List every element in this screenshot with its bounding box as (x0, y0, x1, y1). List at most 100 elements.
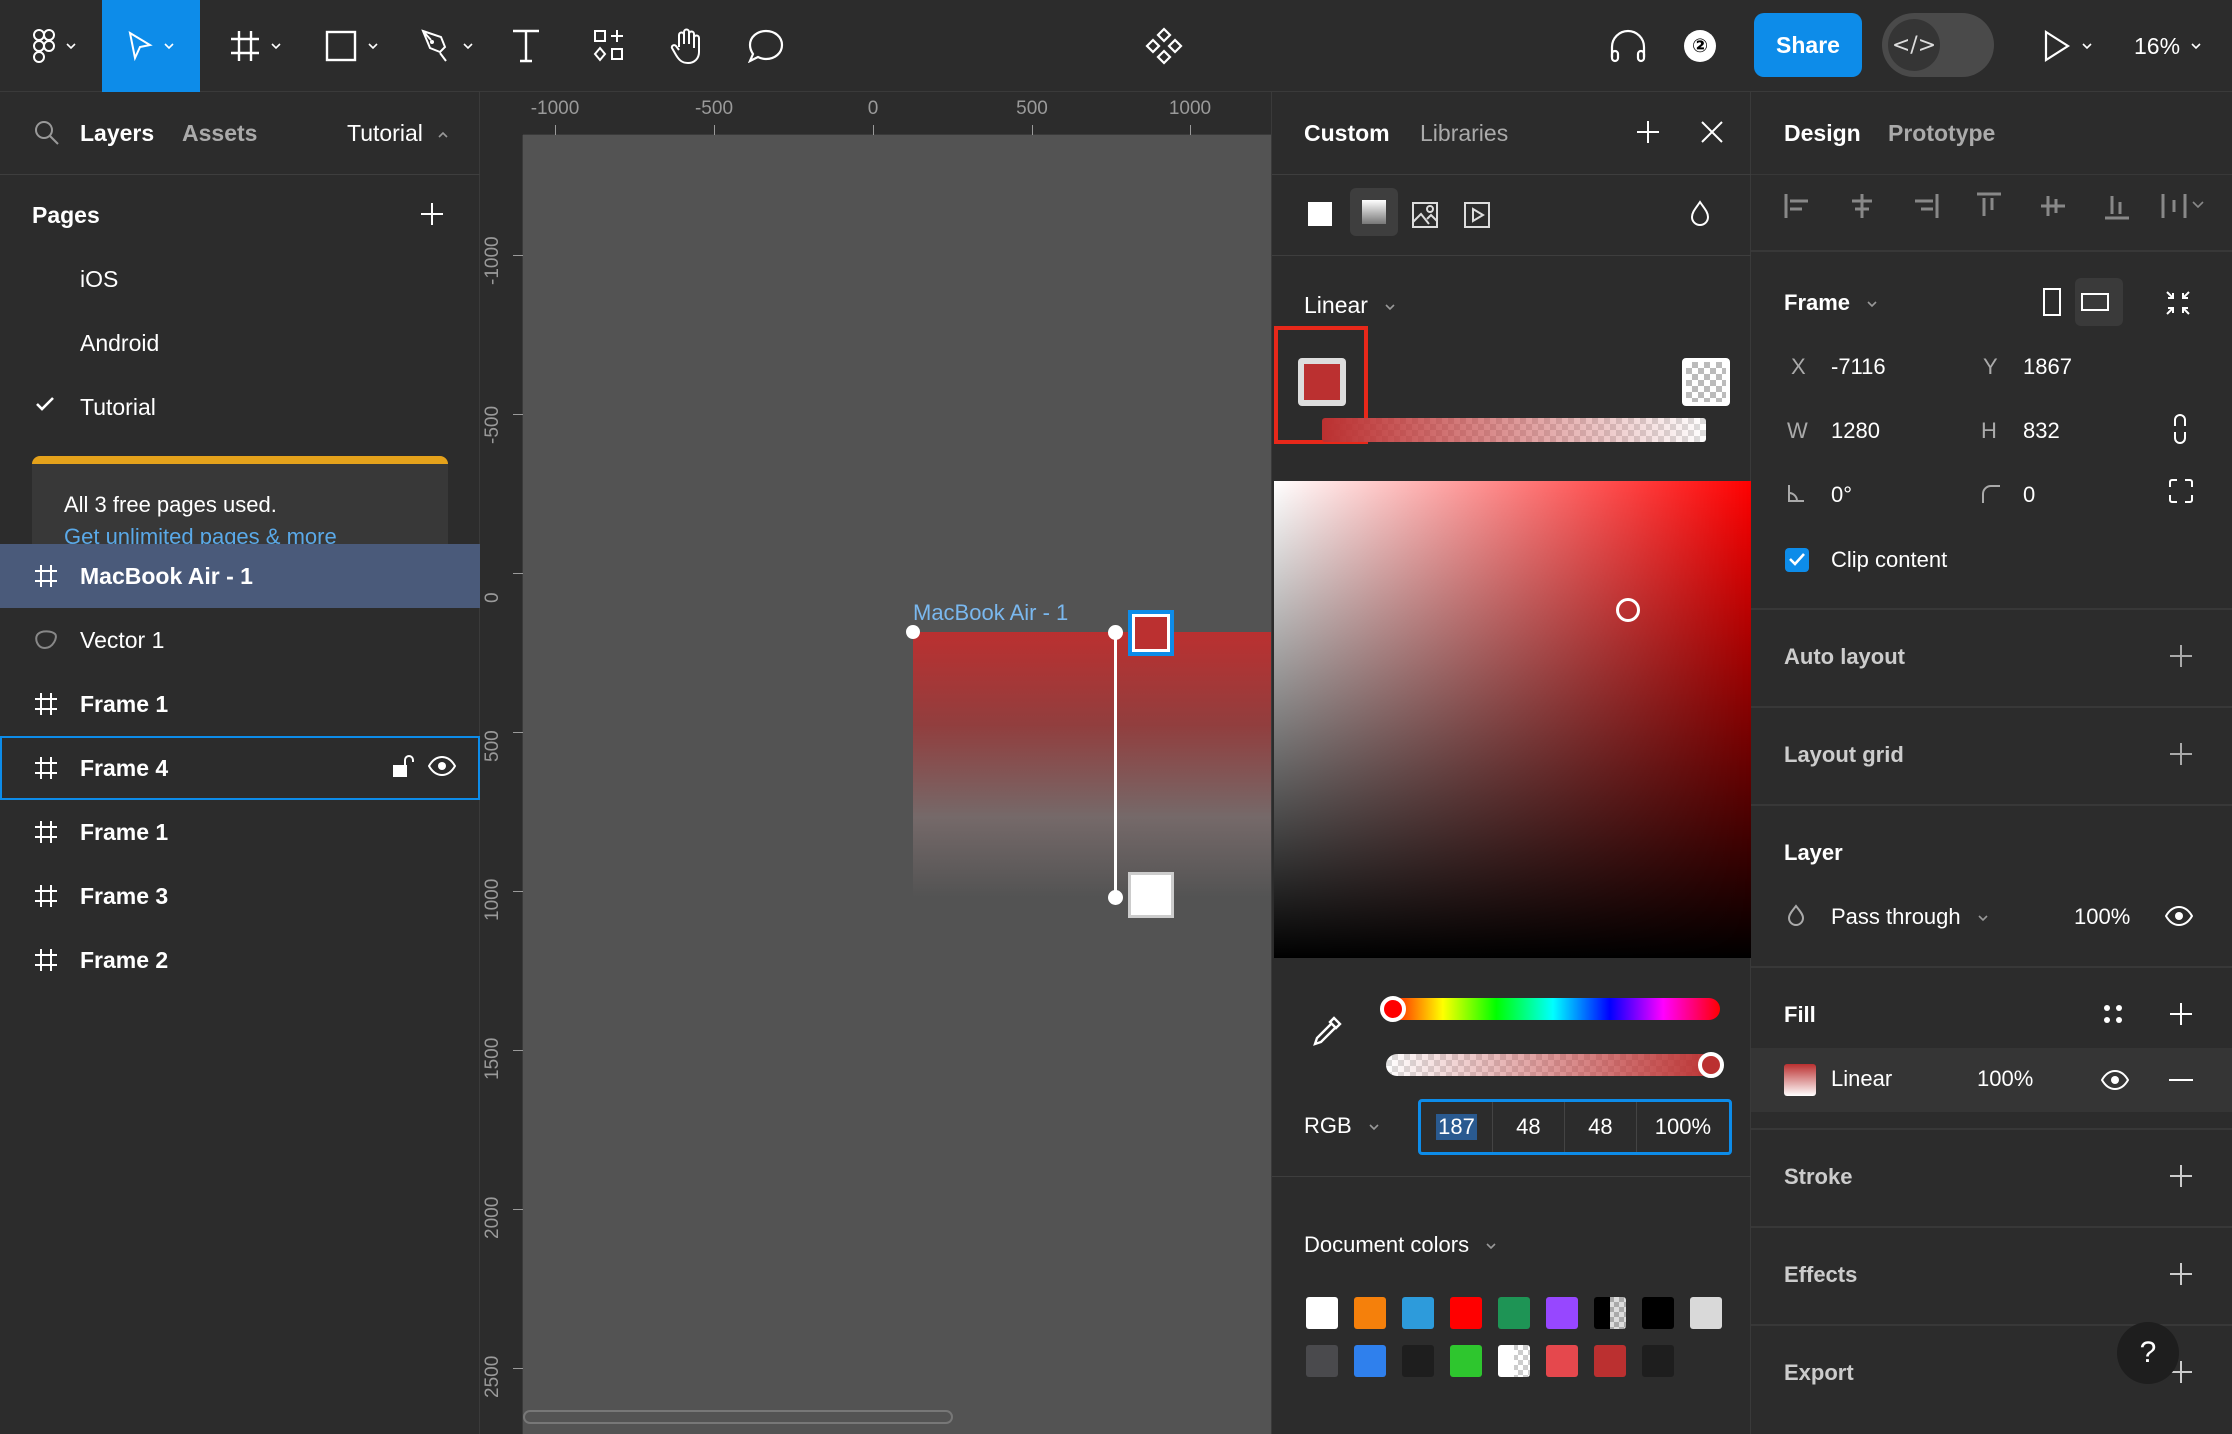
add-fill-icon[interactable] (2169, 1002, 2193, 1026)
gradient-stop-start[interactable] (1128, 610, 1174, 656)
gradient-type-dropdown[interactable]: Linear (1304, 292, 1396, 319)
align-vertical-center-icon[interactable] (2039, 192, 2067, 220)
gradient-stop-end-swatch[interactable] (1682, 358, 1730, 406)
upsell-link[interactable]: Get unlimited pages & more (64, 524, 337, 546)
layer-row-frame-2[interactable]: Frame 2 (0, 928, 480, 992)
color-model-dropdown[interactable]: RGB (1304, 1113, 1380, 1139)
hue-slider[interactable] (1380, 996, 1720, 1022)
fill-opacity[interactable]: 100% (1977, 1066, 2033, 1092)
add-style-icon[interactable] (1636, 120, 1660, 144)
paint-solid-icon[interactable] (1308, 202, 1332, 226)
corner-radius-input[interactable]: 0 (2023, 482, 2035, 508)
pen-tool-button[interactable] (412, 0, 482, 92)
document-color-swatch[interactable] (1402, 1345, 1434, 1377)
layer-opacity-input[interactable]: 100% (2074, 904, 2130, 930)
tab-prototype[interactable]: Prototype (1888, 120, 1995, 147)
user-avatar[interactable]: ② (1680, 0, 1720, 92)
document-color-swatch[interactable] (1450, 1297, 1482, 1329)
frame-corner-handle[interactable] (906, 625, 920, 639)
document-color-swatch[interactable] (1546, 1297, 1578, 1329)
eye-icon[interactable] (2101, 1070, 2129, 1090)
fill-swatch[interactable] (1784, 1064, 1816, 1096)
document-color-swatch[interactable] (1306, 1345, 1338, 1377)
horizontal-scrollbar[interactable] (523, 1410, 953, 1424)
distribute-icon[interactable] (2161, 192, 2209, 220)
audio-button[interactable] (1604, 0, 1652, 92)
width-input[interactable]: 1280 (1831, 418, 1880, 444)
hue-knob[interactable] (1380, 996, 1406, 1022)
canvas[interactable]: MacBook Air - 1 -1000-50005001000 -1500-… (480, 92, 1271, 1434)
rotation-input[interactable]: 0° (1831, 482, 1852, 508)
share-button[interactable]: Share (1754, 13, 1862, 77)
x-input[interactable]: -7116 (1831, 354, 1886, 380)
paint-video-icon[interactable] (1464, 202, 1490, 228)
page-selector[interactable]: Tutorial (347, 120, 449, 147)
document-color-swatch[interactable] (1546, 1345, 1578, 1377)
document-color-swatch[interactable] (1690, 1297, 1722, 1329)
comment-tool-button[interactable] (745, 0, 787, 92)
constrain-proportions-icon[interactable] (2173, 414, 2187, 444)
add-auto-layout-icon[interactable] (2169, 644, 2193, 668)
layer-row-frame-4[interactable]: Frame 4 (0, 736, 480, 800)
layer-row-frame-1[interactable]: Frame 1 (0, 672, 480, 736)
add-page-icon[interactable] (420, 202, 444, 226)
frame-preset-dropdown[interactable]: Frame (1784, 290, 1878, 316)
dev-mode-toggle[interactable]: </> (1882, 13, 1994, 77)
blend-mode-dropdown[interactable]: Pass through (1831, 904, 1989, 930)
align-right-icon[interactable] (1911, 192, 1939, 220)
paint-image-icon[interactable] (1412, 202, 1438, 228)
document-color-swatch[interactable] (1450, 1345, 1482, 1377)
component-button[interactable] (1142, 0, 1186, 92)
tab-design[interactable]: Design (1784, 120, 1861, 147)
gradient-line[interactable] (1114, 632, 1117, 897)
tab-custom[interactable]: Custom (1304, 120, 1390, 147)
blend-mode-icon[interactable] (1690, 200, 1710, 226)
height-input[interactable]: 832 (2023, 418, 2060, 444)
gradient-end-handle[interactable] (1108, 890, 1123, 905)
frame-macbook-air-1[interactable] (913, 632, 1271, 897)
landscape-orientation-button[interactable] (2075, 278, 2123, 326)
align-horizontal-center-icon[interactable] (1848, 192, 1876, 220)
layer-row-macbook-air-1[interactable]: MacBook Air - 1 (0, 544, 480, 608)
document-color-swatch[interactable] (1498, 1297, 1530, 1329)
tab-libraries[interactable]: Libraries (1420, 120, 1508, 147)
layer-row-vector-1[interactable]: Vector 1 (0, 608, 480, 672)
add-layout-grid-icon[interactable] (2169, 742, 2193, 766)
eyedropper-icon[interactable] (1312, 1016, 1342, 1046)
help-button[interactable]: ? (2117, 1322, 2179, 1384)
align-left-icon[interactable] (1784, 192, 1812, 220)
add-stroke-icon[interactable] (2169, 1164, 2193, 1188)
document-color-swatch[interactable] (1594, 1345, 1626, 1377)
shape-tool-button[interactable] (318, 0, 386, 92)
layer-row-frame-1[interactable]: Frame 1 (0, 800, 480, 864)
eye-icon[interactable] (2165, 906, 2193, 926)
page-item-ios[interactable]: iOS (80, 266, 118, 293)
add-effect-icon[interactable] (2169, 1262, 2193, 1286)
align-top-icon[interactable] (1975, 192, 2003, 220)
blue-input[interactable]: 48 (1565, 1102, 1637, 1152)
frame-label[interactable]: MacBook Air - 1 (913, 600, 1068, 626)
align-bottom-icon[interactable] (2103, 192, 2131, 220)
document-color-swatch[interactable] (1594, 1297, 1626, 1329)
red-input[interactable]: 187 (1421, 1102, 1493, 1152)
present-button[interactable] (2032, 0, 2104, 92)
document-color-swatch[interactable] (1402, 1297, 1434, 1329)
document-color-swatch[interactable] (1498, 1345, 1530, 1377)
gradient-stops-bar[interactable] (1322, 418, 1706, 442)
paint-gradient-button[interactable] (1350, 188, 1398, 236)
gradient-start-handle[interactable] (1108, 625, 1123, 640)
fill-row[interactable]: Linear 100% (1751, 1048, 2232, 1112)
alpha-input[interactable]: 100% (1637, 1102, 1729, 1152)
document-color-swatch[interactable] (1354, 1297, 1386, 1329)
saturation-brightness-field[interactable] (1274, 481, 1752, 958)
frame-tool-button[interactable] (220, 0, 292, 92)
remove-fill-icon[interactable] (2169, 1079, 2193, 1081)
portrait-orientation-icon[interactable] (2043, 288, 2061, 316)
gradient-stop-end[interactable] (1128, 872, 1174, 918)
main-menu-button[interactable] (20, 0, 90, 92)
document-color-swatch[interactable] (1642, 1345, 1674, 1377)
eye-icon[interactable] (428, 756, 456, 776)
search-icon[interactable] (34, 120, 60, 146)
y-input[interactable]: 1867 (2023, 354, 2072, 380)
tab-assets[interactable]: Assets (182, 120, 257, 147)
